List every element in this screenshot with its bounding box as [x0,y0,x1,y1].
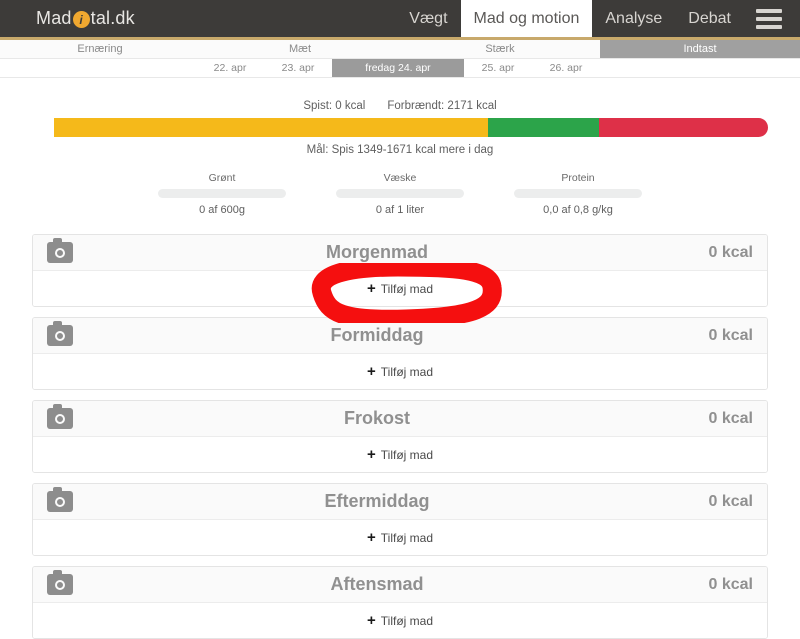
meal-card-formiddag: Formiddag 0 kcal + Tilføj mad [32,317,768,390]
nutrient-value: 0 af 600g [199,204,245,216]
meal-card-frokost: Frokost 0 kcal + Tilføj mad [32,400,768,473]
burned-label: Forbrændt: 2171 kcal [387,100,497,112]
site-logo[interactable]: Mad i tal.dk [0,0,135,37]
progress-segment-red [598,118,768,137]
main-navigation: Vægt Mad og motion Analyse Debat [396,0,800,37]
date-strip-tail [600,59,800,77]
camera-icon[interactable] [47,238,73,263]
meal-header: Formiddag 0 kcal [33,318,767,354]
date-item-22-apr[interactable]: 22. apr [196,59,264,77]
meal-header: Frokost 0 kcal [33,401,767,437]
meal-title: Formiddag [330,325,424,345]
date-item-23-apr[interactable]: 23. apr [264,59,332,77]
eaten-label: Spist: 0 kcal [303,100,366,112]
nutrient-trackers: Grønt 0 af 600g Væske 0 af 1 liter Prote… [0,172,800,216]
hamburger-line [756,16,782,21]
nutrient-label: Protein [561,172,595,184]
subnav-item-ernaering[interactable]: Ernæring [0,40,200,58]
nutrient-protein[interactable]: Protein 0,0 af 0,8 g/kg [514,172,642,216]
subnav-item-staerk[interactable]: Stærk [400,40,600,58]
logo-prefix: Mad [36,8,72,28]
nutrient-progress-bar [158,189,286,198]
add-food-button[interactable]: + Tilføj mad [33,603,767,638]
date-item-26-apr[interactable]: 26. apr [532,59,600,77]
plus-icon: + [367,446,376,463]
meal-kcal: 0 kcal [708,409,753,427]
add-food-label: Tilføj mad [380,447,433,462]
add-food-button[interactable]: + Tilføj mad [33,354,767,389]
logo-dot-icon: i [72,11,90,28]
meal-kcal: 0 kcal [708,492,753,510]
nav-item-vaegt[interactable]: Vægt [396,0,460,37]
meal-title: Aftensmad [330,574,424,594]
sub-navigation: Ernæring Mæt Stærk Indtast [0,40,800,59]
nutrient-label: Grønt [208,172,236,184]
nutrient-progress-bar [514,189,642,198]
subnav-item-indtast[interactable]: Indtast [600,40,800,58]
hamburger-line [756,8,782,13]
plus-icon: + [367,612,376,629]
add-food-label: Tilføj mad [380,281,433,296]
nav-item-mad-og-motion[interactable]: Mad og motion [460,0,593,37]
plus-icon: + [367,529,376,546]
subnav-item-maet[interactable]: Mæt [200,40,400,58]
nutrient-progress-bar [336,189,464,198]
add-food-button[interactable]: + Tilføj mad [33,437,767,472]
progress-segment-yellow [54,118,489,137]
meal-kcal: 0 kcal [708,243,753,261]
plus-icon: + [367,363,376,380]
date-item-25-apr[interactable]: 25. apr [464,59,532,77]
calorie-figures: Spist: 0 kcal Forbrændt: 2171 kcal [0,100,800,112]
nutrient-value: 0 af 1 liter [375,204,425,216]
date-selector-strip: 22. apr 23. apr fredag 24. apr 25. apr 2… [0,59,800,78]
meal-kcal: 0 kcal [708,575,753,593]
camera-icon[interactable] [47,570,73,595]
nutrient-groent[interactable]: Grønt 0 af 600g [158,172,286,216]
meal-title: Frokost [343,408,410,428]
date-item-selected-24-apr[interactable]: fredag 24. apr [332,59,464,77]
camera-icon[interactable] [47,487,73,512]
add-food-label: Tilføj mad [380,530,433,545]
add-food-button[interactable]: + Tilføj mad [33,271,767,306]
add-food-button[interactable]: + Tilføj mad [33,520,767,555]
meal-title: Morgenmad [325,242,428,262]
meal-card-eftermiddag: Eftermiddag 0 kcal + Tilføj mad [32,483,768,556]
hamburger-icon[interactable] [744,0,800,37]
date-strip-spacer [0,59,196,77]
progress-segment-green [488,118,599,137]
top-header-bar: Mad i tal.dk Vægt Mad og motion Analyse De… [0,0,800,40]
camera-icon[interactable] [47,404,73,429]
meal-header: Aftensmad 0 kcal [33,567,767,603]
calorie-progress-bar [32,118,768,137]
progress-segment-empty [32,118,55,137]
nutrient-label: Væske [383,172,417,184]
nav-item-debat[interactable]: Debat [675,0,744,37]
calorie-summary-section: Spist: 0 kcal Forbrændt: 2171 kcal Mål: S… [0,78,800,216]
nutrient-vaeske[interactable]: Væske 0 af 1 liter [336,172,464,216]
plus-icon: + [367,280,376,297]
meal-header: Eftermiddag 0 kcal [33,484,767,520]
add-food-label: Tilføj mad [380,613,433,628]
meal-card-morgenmad: Morgenmad 0 kcal + Tilføj mad [32,234,768,307]
meal-card-aftensmad: Aftensmad 0 kcal + Tilføj mad [32,566,768,639]
meal-list: Morgenmad 0 kcal + Tilføj mad Formiddag 0… [32,234,768,639]
meal-header: Morgenmad 0 kcal [33,235,767,271]
hamburger-line [756,24,782,29]
meal-title: Eftermiddag [324,491,430,511]
nutrient-value: 0,0 af 0,8 g/kg [543,204,613,216]
logo-suffix: tal.dk [90,8,135,28]
nav-item-analyse[interactable]: Analyse [592,0,675,37]
camera-icon[interactable] [47,321,73,346]
goal-label: Mål: Spis 1349-1671 kcal mere i dag [306,144,494,156]
add-food-label: Tilføj mad [380,364,433,379]
meal-kcal: 0 kcal [708,326,753,344]
